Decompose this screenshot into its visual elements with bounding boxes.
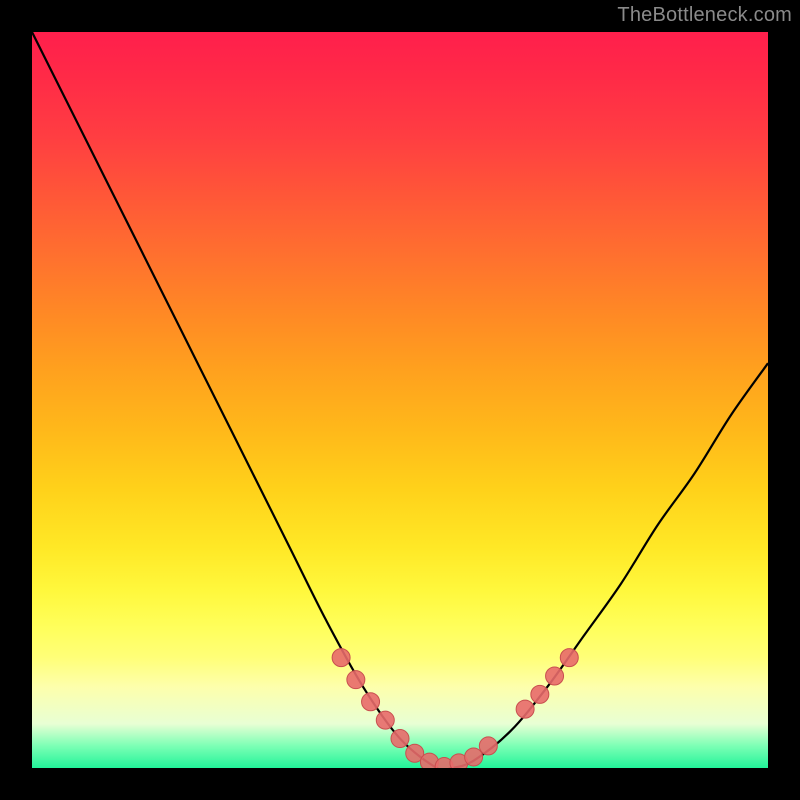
curve-marker (391, 730, 409, 748)
curve-layer (32, 32, 768, 768)
curve-marker (479, 737, 497, 755)
curve-marker (332, 649, 350, 667)
curve-marker (560, 649, 578, 667)
curve-marker (531, 685, 549, 703)
curve-marker (362, 693, 380, 711)
bottleneck-curve (32, 32, 768, 768)
curve-markers (332, 649, 578, 768)
curve-marker (546, 667, 564, 685)
curve-marker (465, 748, 483, 766)
plot-area (32, 32, 768, 768)
curve-marker (516, 700, 534, 718)
watermark-text: TheBottleneck.com (617, 4, 792, 27)
curve-marker (347, 671, 365, 689)
curve-marker (376, 711, 394, 729)
chart-frame: TheBottleneck.com (0, 0, 800, 800)
